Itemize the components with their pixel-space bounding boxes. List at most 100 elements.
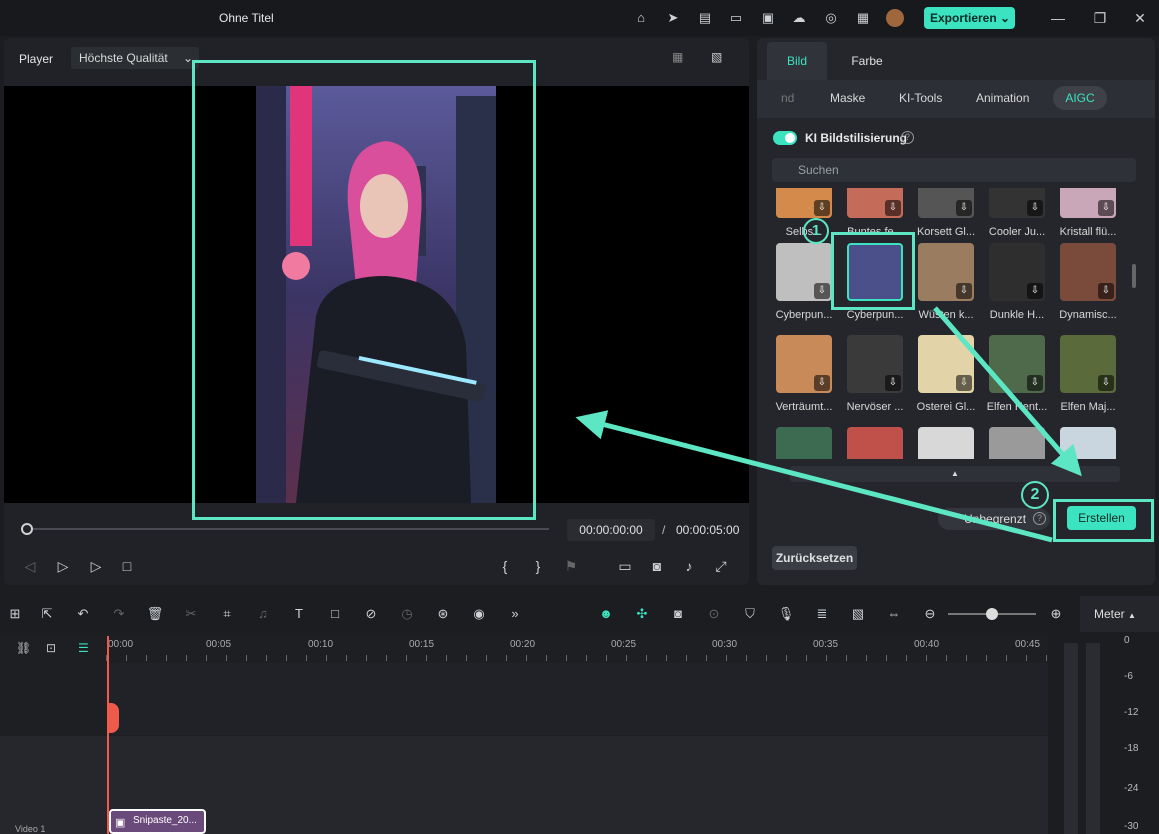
undo-icon[interactable]: ↶ [73, 604, 93, 624]
layout-grid-icon[interactable]: ⊞ [5, 604, 25, 624]
image-icon[interactable]: ▧ [711, 50, 722, 64]
style-item[interactable]: ⇩ Korsett Gl... [914, 188, 978, 238]
stop-icon[interactable]: □ [117, 556, 137, 576]
style-item[interactable]: ⇩ Nervöser ... [843, 335, 907, 421]
style-item[interactable]: ⇩ Verträumt... [772, 335, 836, 421]
help-icon[interactable]: ? [901, 131, 914, 144]
timecode-current: 00:00:00:00 [567, 519, 655, 541]
style-thumbnail[interactable] [776, 427, 832, 459]
style-item[interactable]: ⇩ Dunkle H... [985, 243, 1049, 329]
speed-icon[interactable]: ◷ [397, 604, 417, 624]
track-stack-icon[interactable]: ☰ [78, 641, 89, 655]
gift-icon[interactable]: ⌂ [632, 9, 650, 27]
subtab-ki-tools[interactable]: KI-Tools [899, 91, 942, 105]
cloud-upload-icon[interactable]: ☁ [790, 9, 808, 27]
ai-icon[interactable]: ◉ [469, 604, 489, 624]
ruler-tick: 00:40 [914, 639, 940, 650]
video-clip[interactable]: ▣ Snipaste_20... [109, 809, 206, 834]
ai-robot-icon[interactable]: ☻ [596, 604, 616, 624]
prev-frame-icon[interactable]: ◁ [20, 556, 40, 576]
style-scrollbar[interactable] [1132, 264, 1136, 288]
playhead[interactable] [107, 636, 109, 834]
play-icon[interactable]: ▷ [86, 556, 106, 576]
style-thumbnail[interactable] [847, 427, 903, 459]
zoom-handle[interactable] [986, 608, 998, 620]
mark-out-icon[interactable]: } [528, 556, 548, 576]
subtab-aigc[interactable]: AIGC [1053, 86, 1107, 110]
marker-icon[interactable]: ⚑ [561, 556, 581, 576]
search-input[interactable]: Suchen [772, 158, 1136, 182]
timeline-ruler[interactable]: 00:00 00:05 00:10 00:15 00:20 00:25 00:3… [106, 633, 1048, 663]
tab-farbe[interactable]: Farbe [837, 42, 897, 80]
display-icon[interactable]: ▭ [615, 556, 635, 576]
fullscreen-icon[interactable]: ⤢ [711, 556, 731, 576]
collapse-button[interactable]: ▲ [790, 466, 1120, 482]
minimize-icon[interactable]: — [1049, 9, 1067, 27]
redo-icon[interactable]: ↷ [109, 604, 129, 624]
meter-button[interactable]: Meter ▲ [1080, 596, 1159, 632]
playhead-handle[interactable] [107, 703, 119, 733]
text-icon[interactable]: T [289, 604, 309, 624]
grid-icon[interactable]: ▦ [854, 9, 872, 27]
style-thumbnail[interactable] [918, 427, 974, 459]
save-icon[interactable]: ▣ [759, 9, 777, 27]
link-icon[interactable]: ⛓ [16, 641, 31, 655]
send-icon[interactable]: ➤ [664, 9, 682, 27]
subtab-animation[interactable]: Animation [976, 91, 1029, 105]
progress-handle[interactable] [21, 523, 33, 535]
style-item[interactable]: ⇩ Wüsten k... [914, 243, 978, 329]
fit-icon[interactable]: ⇔ [884, 604, 904, 624]
style-item[interactable]: ⇩ Kristall flü... [1056, 188, 1120, 238]
headset-icon[interactable]: ◎ [822, 9, 840, 27]
playback-progress[interactable] [26, 528, 549, 530]
grid-view-icon[interactable]: ▦ [672, 50, 683, 64]
empty-track[interactable] [106, 663, 1048, 735]
next-frame-icon[interactable]: ▷ [53, 556, 73, 576]
restore-icon[interactable]: ❐ [1091, 9, 1109, 27]
camera-plus-icon[interactable]: ◙ [668, 604, 688, 624]
crop-icon[interactable]: ⌗ [217, 604, 237, 624]
ai-split-icon[interactable]: ✣ [632, 604, 652, 624]
help-icon[interactable]: ? [1033, 512, 1046, 525]
zoom-in-icon[interactable]: ⊕ [1046, 604, 1066, 624]
zoom-out-icon[interactable]: ⊖ [920, 604, 940, 624]
avatar[interactable] [886, 9, 904, 27]
layout-icon[interactable]: ▭ [727, 9, 745, 27]
subtab-hintergrund[interactable]: nd [781, 91, 794, 105]
select-tool-icon[interactable]: ⇱ [37, 604, 57, 624]
style-thumbnail[interactable] [989, 427, 1045, 459]
style-item[interactable]: ⇩ Osterei Gl... [914, 335, 978, 421]
render-icon[interactable]: ⊙ [704, 604, 724, 624]
tab-bild[interactable]: Bild [767, 42, 827, 80]
subtab-maske[interactable]: Maske [830, 91, 865, 105]
effect-icon[interactable]: ⊘ [361, 604, 381, 624]
audio-icon[interactable]: ♫ [253, 604, 273, 624]
mark-in-icon[interactable]: { [495, 556, 515, 576]
style-item[interactable]: ⇩ Cooler Ju... [985, 188, 1049, 238]
shape-icon[interactable]: □ [325, 604, 345, 624]
style-item[interactable]: ⇩ Elfen Hent... [985, 335, 1049, 421]
delete-icon[interactable]: 🗑 [145, 604, 165, 624]
color-icon[interactable]: ⊛ [433, 604, 453, 624]
export-button[interactable]: Exportieren ⌄ [924, 7, 1015, 29]
cut-icon[interactable]: ✂ [181, 604, 201, 624]
group-icon[interactable]: ⊡ [46, 641, 56, 655]
style-item[interactable]: ⇩ Elfen Maj... [1056, 335, 1120, 421]
volume-icon[interactable]: ♪ [679, 556, 699, 576]
shield-icon[interactable]: ⛉ [740, 604, 760, 624]
style-item[interactable]: ⇩ Cyberpun... [772, 243, 836, 329]
style-item[interactable]: ⇩ Dynamisc... [1056, 243, 1120, 329]
more-icon[interactable]: » [505, 604, 525, 624]
media-icon[interactable]: ▤ [696, 9, 714, 27]
camera-icon[interactable]: ◙ [647, 556, 667, 576]
reset-button[interactable]: Zurücksetzen [772, 546, 857, 570]
quality-select[interactable]: Höchste Qualität ⌄ [71, 47, 199, 69]
image-plus-icon[interactable]: ▧ [848, 604, 868, 624]
mic-icon[interactable]: 🎙 [776, 604, 796, 624]
ki-style-toggle[interactable] [773, 131, 797, 145]
style-item[interactable]: ⇩ Buntes fe... [843, 188, 907, 238]
caption-icon[interactable]: ≣ [812, 604, 832, 624]
close-icon[interactable]: ✕ [1131, 9, 1149, 27]
create-button[interactable]: Erstellen [1067, 506, 1136, 530]
style-thumbnail[interactable] [1060, 427, 1116, 459]
